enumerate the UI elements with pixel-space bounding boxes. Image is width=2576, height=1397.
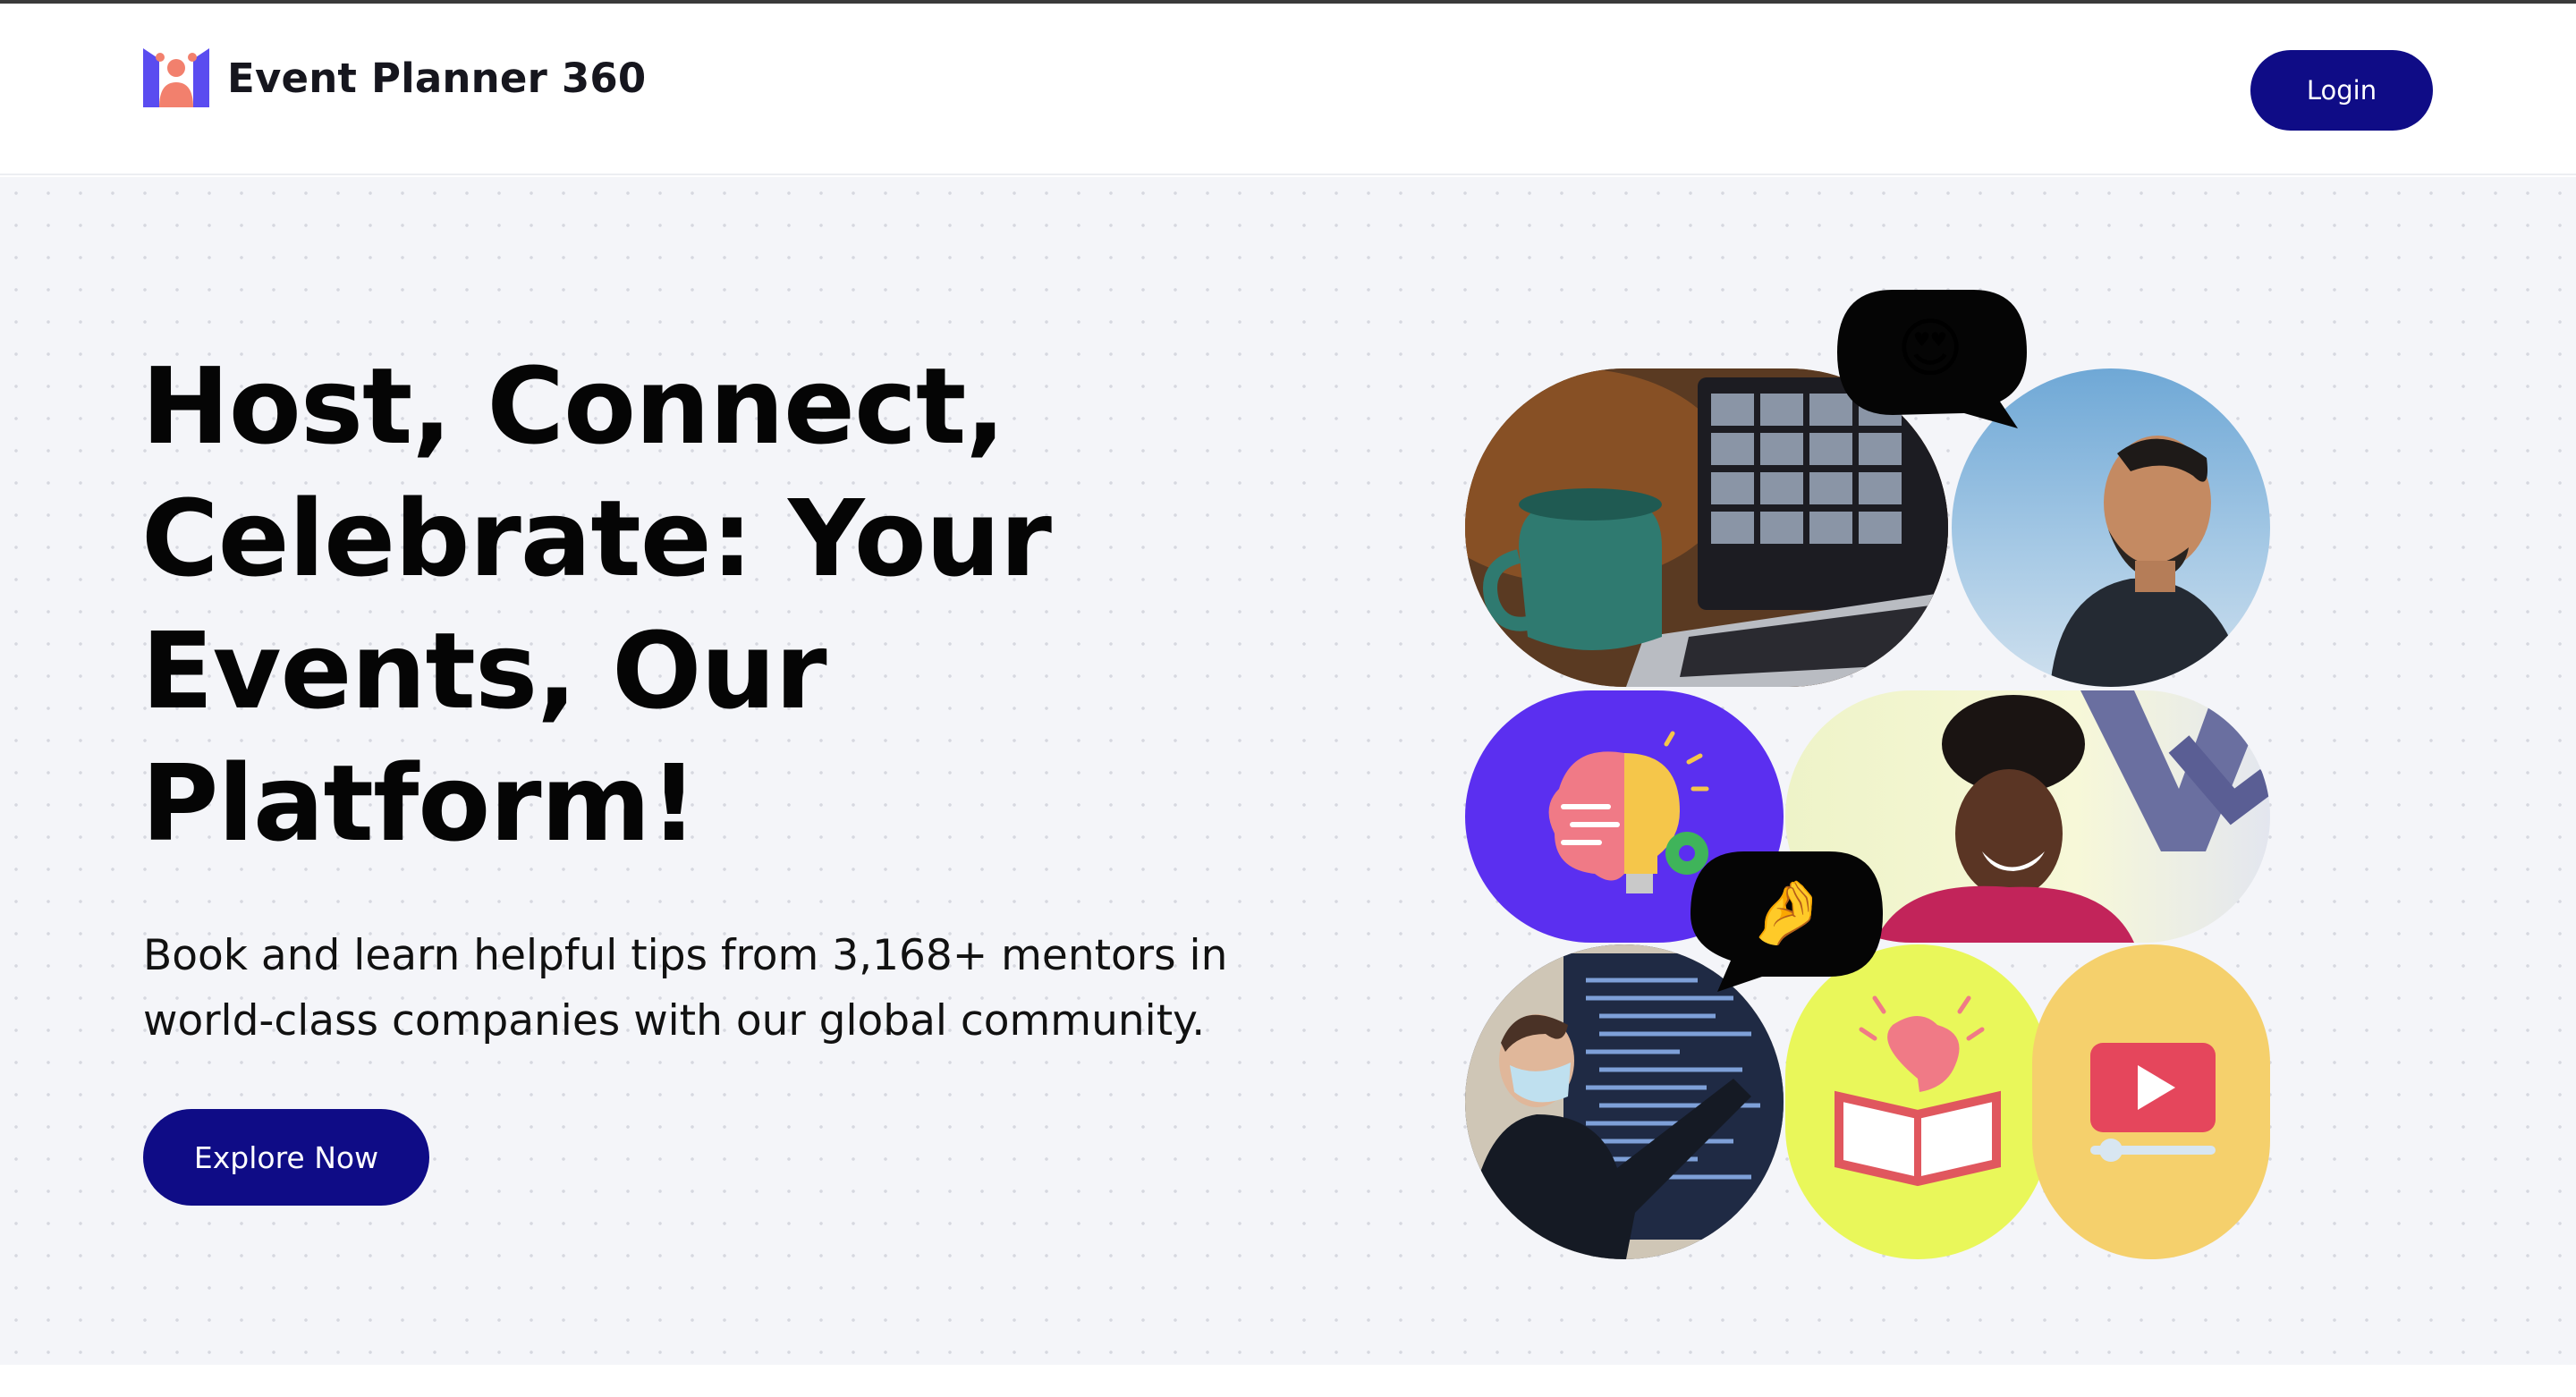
headline-line: Host, Connect,	[141, 344, 1005, 468]
pinching-hand-emoji-bubble: 🤌	[1682, 844, 1889, 996]
speech-bubble-shape: 🤌	[1690, 851, 1883, 992]
heart-eyes-emoji: 😍	[1896, 310, 1963, 385]
hero-subtext: Book and learn helpful tips from 3,168+ …	[143, 923, 1395, 1054]
headline-line: Platform!	[141, 741, 698, 865]
speech-bubble-shape: 😍	[1837, 290, 2027, 428]
people-logo-icon	[143, 48, 209, 107]
brand[interactable]: Event Planner 360	[141, 47, 646, 109]
headline-line: Events, Our	[141, 609, 827, 732]
login-button[interactable]: Login	[2250, 50, 2433, 131]
pinching-hand-emoji: 🤌	[1748, 876, 1826, 949]
heart-eyes-emoji-bubble: 😍	[1830, 281, 2034, 442]
video-play-icon	[2032, 944, 2270, 1259]
hero-headline: Host, Connect, Celebrate: Your Events, O…	[141, 340, 1215, 869]
play-button-graphic	[2090, 1043, 2216, 1162]
hero-collage: 😍 🤌	[1431, 268, 2326, 1270]
headline-line: Celebrate: Your	[141, 477, 1052, 600]
site-header: Event Planner 360 Login	[0, 4, 2576, 175]
subtext-line: world-class companies with our global co…	[143, 996, 1206, 1046]
explore-now-button[interactable]: Explore Now	[143, 1109, 429, 1206]
brand-name: Event Planner 360	[227, 54, 647, 102]
subtext-line: Book and learn helpful tips from 3,168+ …	[143, 931, 1228, 980]
page-bottom-strip	[0, 1365, 2576, 1397]
